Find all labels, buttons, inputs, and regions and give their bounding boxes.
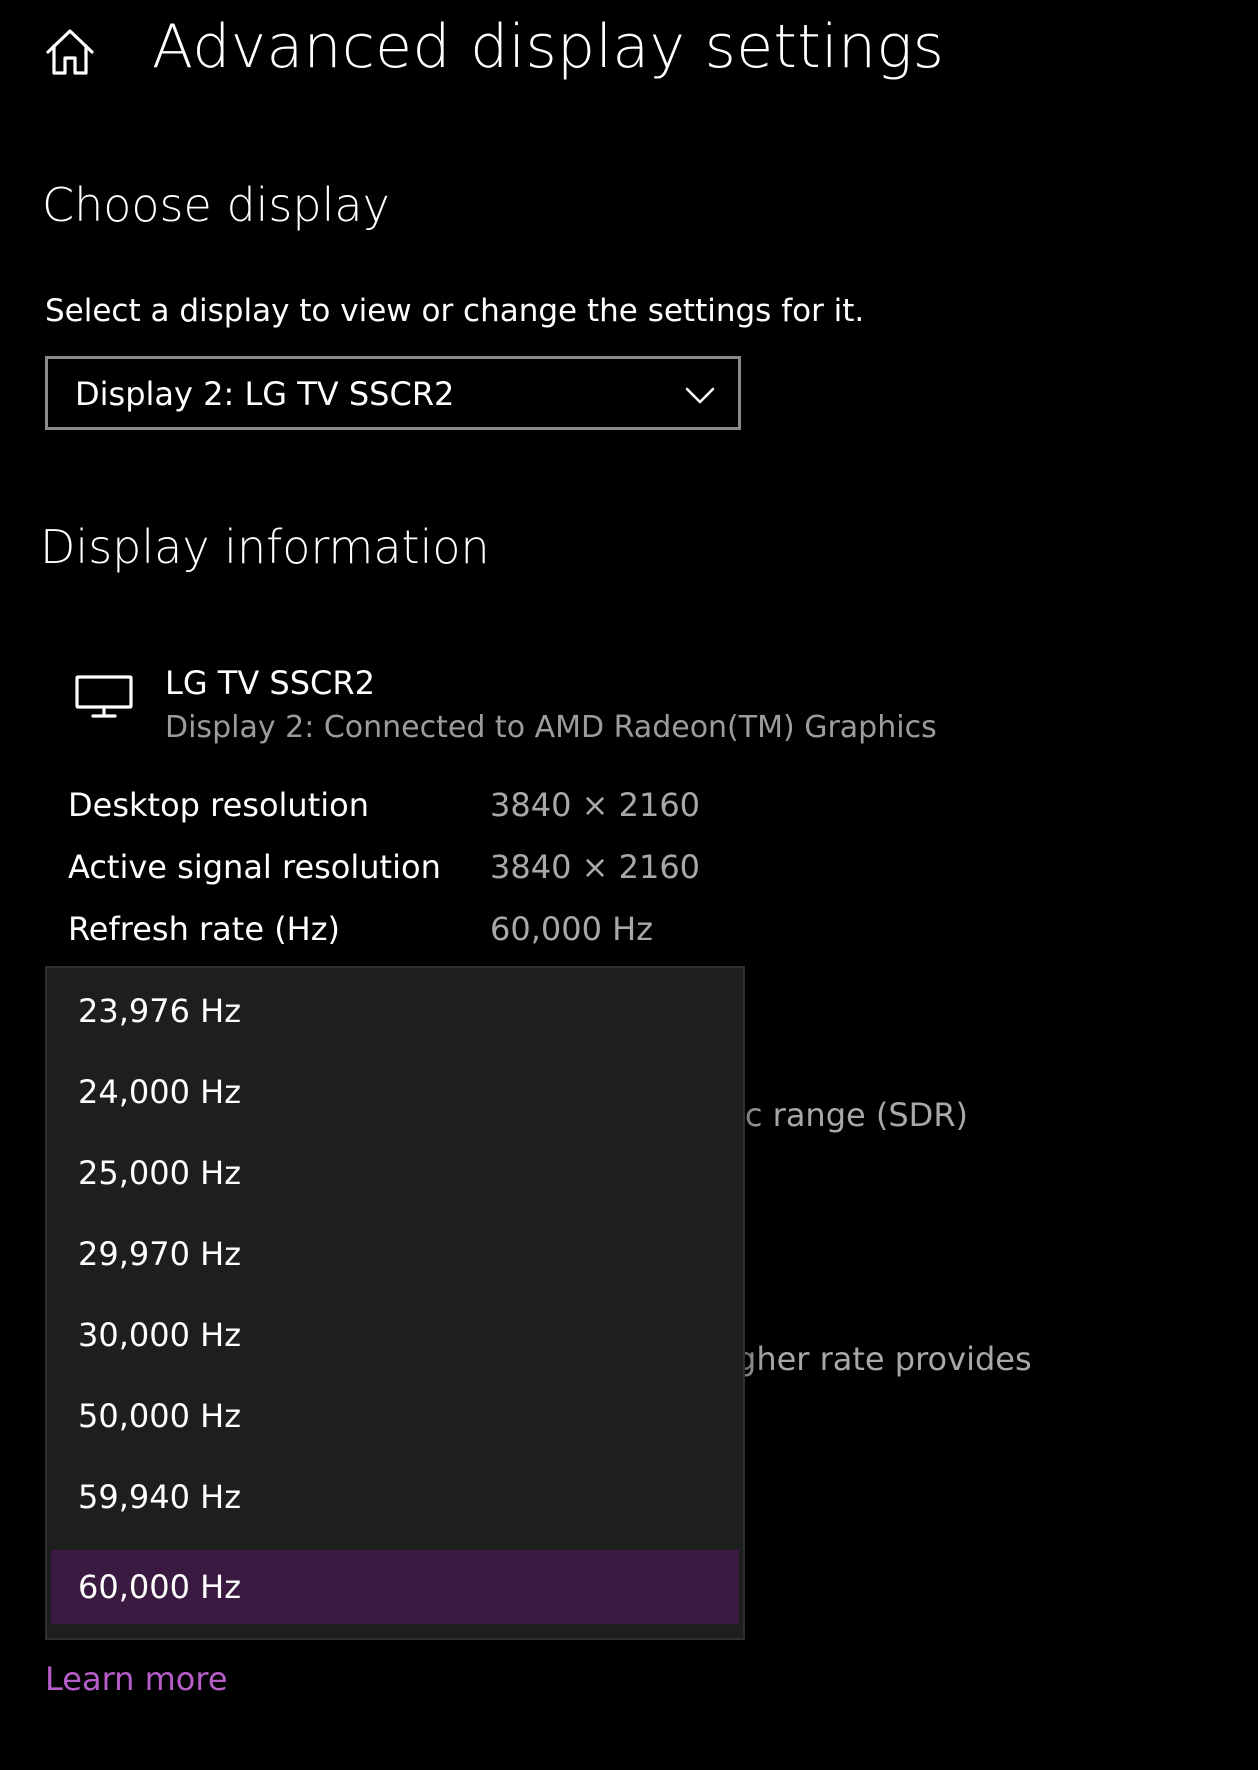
- refresh-rate-option[interactable]: 30,000 Hz: [51, 1298, 739, 1372]
- active-signal-resolution-value: 3840 × 2160: [490, 848, 701, 886]
- refresh-rate-option-selected[interactable]: 60,000 Hz: [51, 1550, 739, 1624]
- home-icon[interactable]: [44, 26, 96, 78]
- choose-display-description: Select a display to view or change the s…: [45, 293, 865, 329]
- display-information-heading: Display information: [40, 520, 490, 574]
- page-title: Advanced display settings: [152, 12, 945, 82]
- display-select[interactable]: Display 2: LG TV SSCR2: [45, 356, 741, 430]
- refresh-rate-option[interactable]: 29,970 Hz: [51, 1217, 739, 1291]
- refresh-rate-option[interactable]: 50,000 Hz: [51, 1379, 739, 1453]
- display-name: LG TV SSCR2: [165, 664, 375, 702]
- display-select-value: Display 2: LG TV SSCR2: [75, 375, 455, 413]
- refresh-rate-value: 60,000 Hz: [490, 910, 653, 948]
- refresh-rate-dropdown[interactable]: 23,976 Hz 24,000 Hz 25,000 Hz 29,970 Hz …: [45, 966, 745, 1640]
- desktop-resolution-value: 3840 × 2160: [490, 786, 701, 824]
- refresh-rate-option[interactable]: 24,000 Hz: [51, 1055, 739, 1129]
- obscured-text: ic range (SDR): [736, 1096, 969, 1134]
- monitor-icon: [74, 674, 134, 720]
- active-signal-resolution-label: Active signal resolution: [68, 848, 441, 886]
- desktop-resolution-label: Desktop resolution: [68, 786, 369, 824]
- chevron-down-icon: [684, 379, 716, 411]
- choose-display-heading: Choose display: [42, 178, 390, 232]
- refresh-rate-label: Refresh rate (Hz): [68, 910, 341, 948]
- display-connection: Display 2: Connected to AMD Radeon(TM) G…: [165, 710, 937, 745]
- refresh-rate-option[interactable]: 59,940 Hz: [51, 1460, 739, 1534]
- obscured-text: gher rate provides: [736, 1340, 1032, 1378]
- refresh-rate-option[interactable]: 23,976 Hz: [51, 974, 739, 1048]
- learn-more-link[interactable]: Learn more: [45, 1660, 228, 1698]
- refresh-rate-option[interactable]: 25,000 Hz: [51, 1136, 739, 1210]
